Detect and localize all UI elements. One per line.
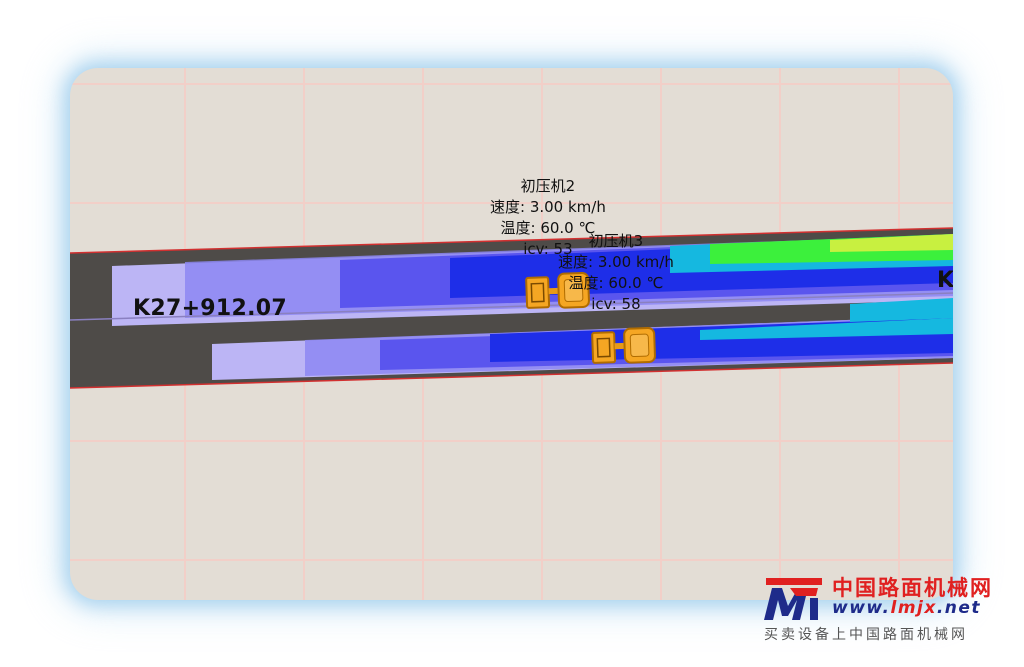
watermark-url: www.lmjx.net bbox=[832, 598, 982, 618]
lmjx-logo-icon bbox=[764, 578, 822, 620]
station-label-cutoff: K bbox=[937, 268, 953, 293]
map-viewport[interactable]: 初压机2 速度: 3.00 km/h 温度: 60.0 ℃ icv: 53 初压… bbox=[70, 68, 953, 600]
compaction-map[interactable] bbox=[70, 68, 953, 600]
roller-3-name: 初压机3 bbox=[588, 232, 644, 250]
roller-3-icv: icv: 58 bbox=[591, 295, 641, 313]
roller-3-speed: 速度: 3.00 km/h bbox=[558, 253, 674, 271]
watermark: 中国路面机械网 www.lmjx.net 买卖设备上中国路面机械网 bbox=[760, 572, 1020, 664]
roller-2-name: 初压机2 bbox=[520, 177, 576, 195]
watermark-tagline: 买卖设备上中国路面机械网 bbox=[764, 627, 968, 643]
roller-3-info: 初压机3 速度: 3.00 km/h 温度: 60.0 ℃ icv: 58 bbox=[558, 231, 674, 315]
station-label: K27+912.07 bbox=[133, 296, 287, 321]
roller-2-speed: 速度: 3.00 km/h bbox=[490, 198, 606, 216]
roller-3-temperature: 温度: 60.0 ℃ bbox=[568, 274, 664, 292]
